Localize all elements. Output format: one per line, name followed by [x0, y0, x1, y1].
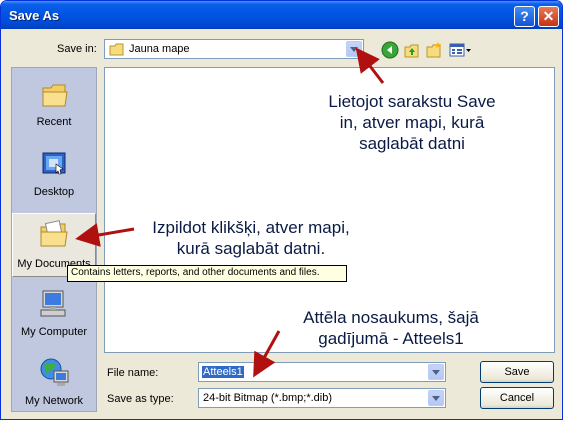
- save-as-dialog: Save As ? ✕ Save in: Jauna mape Recent D…: [0, 0, 563, 420]
- annotation-line: saglabāt datni: [359, 134, 465, 153]
- folder-icon: [109, 43, 124, 56]
- places-item-label: My Computer: [20, 326, 88, 338]
- save-as-type-dropdown[interactable]: 24-bit Bitmap (*.bmp;*.dib): [198, 388, 446, 408]
- annotation-line: Attēla nosaukums, šajā: [303, 308, 479, 327]
- views-menu-icon[interactable]: [449, 41, 473, 59]
- annotation-my-documents: Izpildot klikšķi, atver mapi, kurā sagla…: [131, 217, 371, 259]
- annotation-line: in, atver mapi, kurā: [339, 113, 485, 132]
- places-item-recent[interactable]: Recent: [12, 72, 96, 136]
- title-bar[interactable]: Save As ? ✕: [1, 1, 562, 29]
- annotation-save-in: Lietojot sarakstu Save in, atver mapi, k…: [307, 91, 517, 154]
- annotation-file-name: Attēla nosaukums, šajā gadījumā - Atteel…: [281, 307, 501, 349]
- desktop-icon: [42, 152, 66, 175]
- file-name-value: Atteels1: [202, 366, 244, 378]
- annotation-line: Izpildot klikšķi, atver mapi,: [152, 218, 350, 237]
- close-button[interactable]: ✕: [538, 6, 559, 27]
- places-item-desktop[interactable]: Desktop: [12, 142, 96, 206]
- annotation-line: gadījumā - Atteels1: [318, 329, 464, 348]
- annotation-line: Lietojot sarakstu Save: [328, 92, 496, 111]
- places-item-my-computer[interactable]: My Computer: [12, 282, 96, 346]
- window-title: Save As: [9, 8, 60, 23]
- save-button[interactable]: Save: [480, 361, 554, 383]
- file-name-label: File name:: [107, 367, 159, 379]
- save-in-dropdown[interactable]: Jauna mape: [104, 39, 364, 59]
- places-item-label: My Network: [24, 395, 84, 407]
- recent-folder-icon: [42, 84, 68, 107]
- places-item-my-network[interactable]: My Network: [12, 351, 96, 415]
- help-button[interactable]: ?: [514, 6, 535, 27]
- chevron-down-icon[interactable]: [346, 41, 362, 57]
- places-item-label: Desktop: [33, 186, 75, 198]
- up-folder-icon[interactable]: [403, 41, 421, 59]
- save-as-type-value: 24-bit Bitmap (*.bmp;*.dib): [203, 392, 332, 404]
- back-icon[interactable]: [381, 41, 399, 59]
- file-name-input[interactable]: Atteels1: [198, 362, 446, 382]
- new-folder-icon[interactable]: [425, 41, 443, 59]
- save-as-type-label: Save as type:: [107, 393, 174, 405]
- chevron-down-icon[interactable]: [428, 390, 444, 406]
- places-item-label: Recent: [36, 116, 72, 128]
- save-in-label: Save in:: [57, 43, 97, 55]
- my-documents-icon: [40, 220, 68, 247]
- save-in-value: Jauna mape: [129, 43, 190, 55]
- places-bar: Recent Desktop My Documents My Computer …: [11, 67, 97, 412]
- my-network-icon: [40, 358, 69, 386]
- tooltip: Contains letters, reports, and other doc…: [67, 265, 347, 282]
- cancel-button[interactable]: Cancel: [480, 387, 554, 409]
- annotation-line: kurā saglabāt datni.: [176, 239, 326, 258]
- my-computer-icon: [40, 290, 66, 317]
- chevron-down-icon[interactable]: [428, 364, 444, 380]
